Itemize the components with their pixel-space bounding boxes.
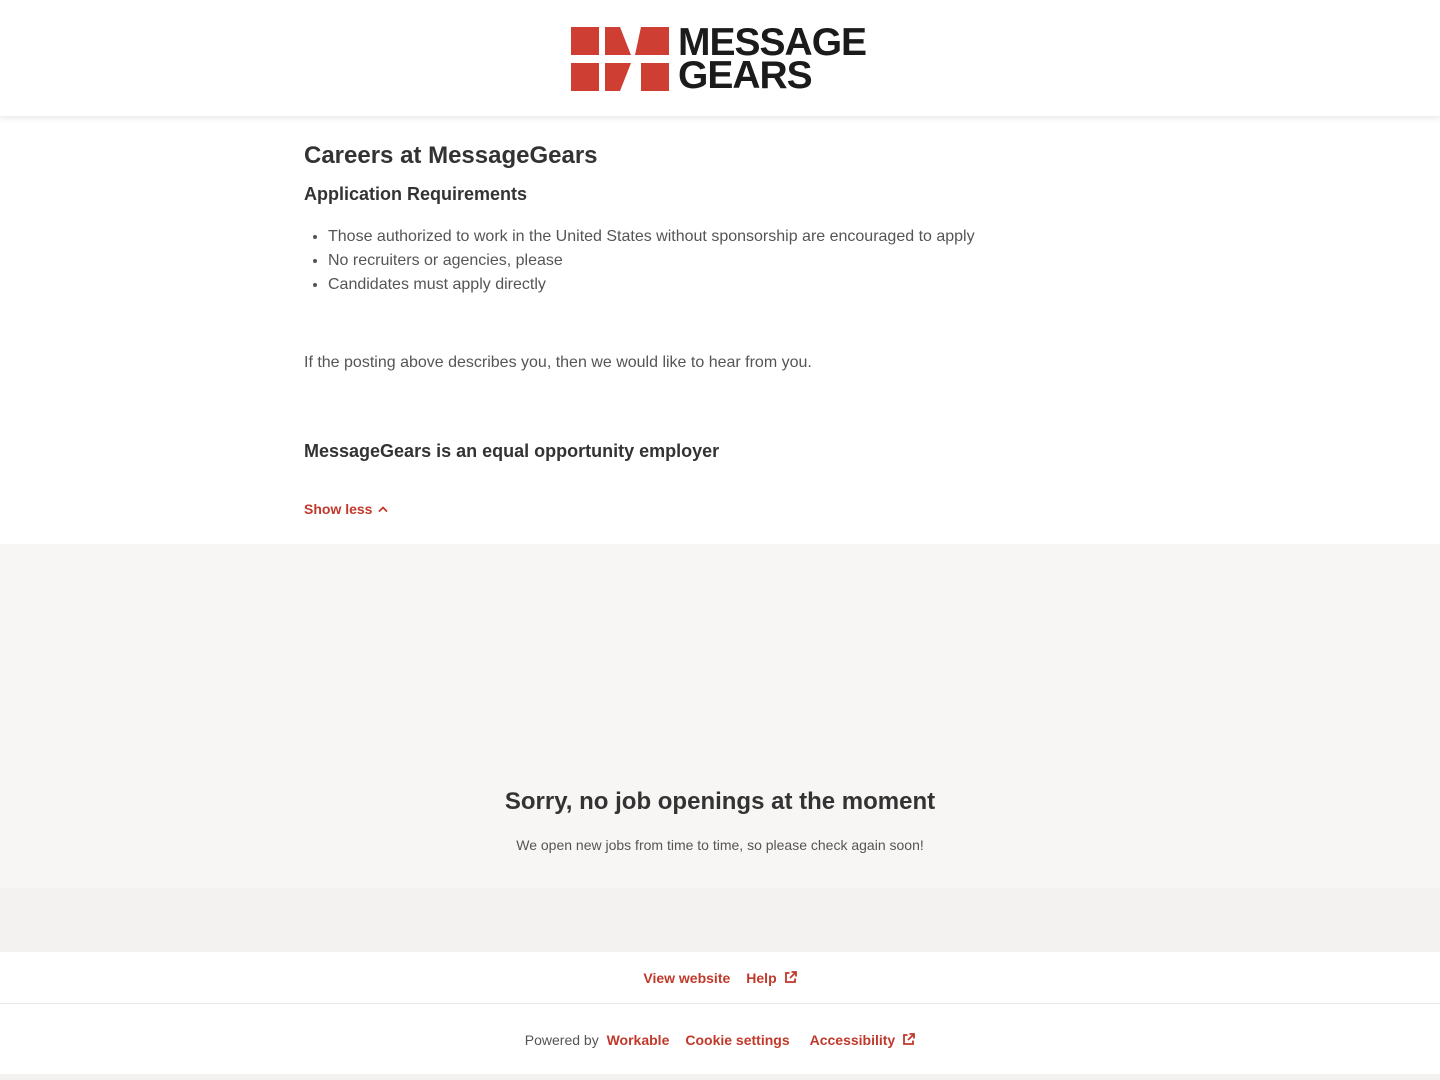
external-link-icon bbox=[784, 971, 797, 983]
accessibility-link[interactable]: Accessibility bbox=[810, 1032, 916, 1048]
footer-links: View website Help bbox=[0, 952, 1440, 1004]
logo-wordmark: MESSAGE GEARS bbox=[678, 23, 867, 97]
help-link[interactable]: Help bbox=[746, 969, 797, 986]
show-less-button[interactable]: Show less bbox=[304, 501, 388, 517]
view-website-link[interactable]: View website bbox=[643, 970, 730, 986]
requirement-item: No recruiters or agencies, please bbox=[328, 249, 975, 273]
eeo-heading: MessageGears is an equal opportunity emp… bbox=[304, 441, 720, 461]
help-label: Help bbox=[746, 969, 777, 986]
company-logo[interactable]: MESSAGE GEARS bbox=[571, 23, 867, 97]
requirements-list: Those authorized to work in the United S… bbox=[304, 225, 975, 297]
page-bottom-strip bbox=[0, 1074, 1440, 1080]
requirement-item: Those authorized to work in the United S… bbox=[328, 225, 975, 249]
powered-by-prefix: Powered by bbox=[524, 1031, 599, 1048]
page-title: Careers at MessageGears bbox=[304, 142, 598, 169]
empty-state-title: Sorry, no job openings at the moment bbox=[504, 788, 936, 815]
jobs-section: Sorry, no job openings at the moment We … bbox=[0, 544, 1440, 952]
company-description: Careers at MessageGears Application Requ… bbox=[0, 116, 1440, 544]
view-website-label: View website bbox=[643, 969, 731, 986]
section-divider-band bbox=[0, 888, 1440, 952]
chevron-up-icon bbox=[379, 506, 388, 512]
requirement-item: Candidates must apply directly bbox=[328, 273, 975, 297]
page-header: MESSAGE GEARS bbox=[0, 0, 1440, 116]
accessibility-label: Accessibility bbox=[809, 1031, 896, 1048]
messagegears-logo-mark bbox=[571, 27, 669, 91]
logo-line-2: GEARS bbox=[678, 54, 813, 97]
external-link-icon bbox=[903, 1033, 916, 1045]
requirements-heading: Application Requirements bbox=[304, 184, 528, 204]
closing-text: If the posting above describes you, then… bbox=[304, 354, 812, 371]
powered-by: Powered by Workable bbox=[525, 1032, 670, 1048]
workable-link[interactable]: Workable bbox=[607, 1032, 670, 1048]
show-less-label: Show less bbox=[304, 501, 373, 517]
cookie-settings-link[interactable]: Cookie settings bbox=[685, 1032, 789, 1048]
empty-state-text: We open new jobs from time to time, so p… bbox=[516, 837, 924, 853]
page-footer: Powered by Workable Cookie settings Acce… bbox=[0, 1005, 1440, 1074]
cookie-settings-label: Cookie settings bbox=[685, 1031, 790, 1048]
